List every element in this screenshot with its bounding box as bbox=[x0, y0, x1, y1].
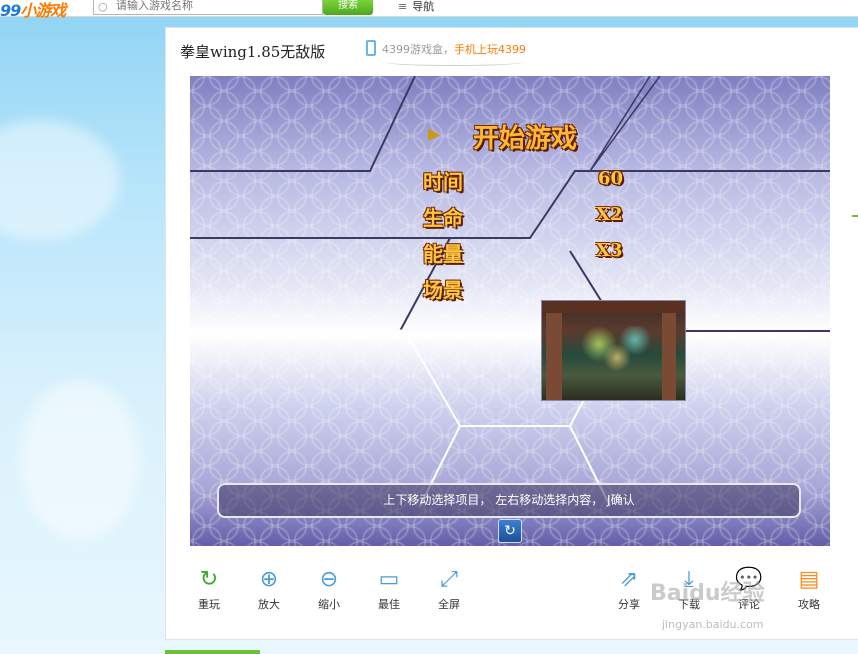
stage-preview bbox=[541, 300, 686, 401]
game-restart-icon[interactable]: ↻ bbox=[498, 519, 522, 543]
menu-start-game[interactable]: 开始游戏 bbox=[473, 118, 577, 155]
promo-mobile-link[interactable]: 手机上玩4399 bbox=[454, 43, 526, 56]
menu-icon: ≡ bbox=[398, 0, 408, 13]
share-icon: ⇗ bbox=[619, 567, 639, 592]
search-box: ○ bbox=[93, 0, 323, 15]
fullscreen-icon: ⤢ bbox=[440, 567, 458, 592]
nav-label: 导航 bbox=[412, 0, 435, 13]
menu-value-time: 60 bbox=[598, 168, 624, 189]
game-canvas[interactable]: ▶ 开始游戏 时间 60 生命 X2 能量 X3 场景 上下移动选择项目， 左右… bbox=[190, 76, 830, 546]
menu-value-life: X2 bbox=[596, 204, 623, 225]
title-row: 拳皇wing1.85无敌版 bbox=[180, 41, 325, 65]
window-icon: ▭ bbox=[378, 567, 400, 592]
bottom-accent-strip bbox=[165, 650, 260, 654]
accent-mark bbox=[852, 215, 858, 217]
best-size-button[interactable]: ▭ 最佳 bbox=[369, 566, 409, 612]
guide-button[interactable]: ▤ 攻略 bbox=[789, 566, 829, 612]
fullscreen-button[interactable]: ⤢ 全屏 bbox=[429, 566, 469, 612]
share-button[interactable]: ⇗ 分享 bbox=[609, 566, 649, 612]
menu-item-life[interactable]: 生命 bbox=[423, 202, 463, 231]
guide-icon: ▤ bbox=[798, 567, 820, 592]
promo-link[interactable]: 4399游戏盒，手机上玩4399 bbox=[366, 40, 526, 58]
zoom-out-button[interactable]: ⊖ 缩小 bbox=[309, 566, 349, 612]
promo-underline bbox=[384, 58, 524, 66]
replay-button[interactable]: ↻ 重玩 bbox=[189, 566, 229, 612]
menu-item-stage[interactable]: 场景 bbox=[423, 274, 463, 303]
menu-item-time[interactable]: 时间 bbox=[423, 166, 463, 195]
zoom-out-icon: ⊖ bbox=[319, 567, 339, 592]
site-logo[interactable]: 99小游戏 bbox=[0, 0, 66, 20]
menu-cursor-icon: ▶ bbox=[428, 124, 441, 143]
search-button[interactable]: 搜索 bbox=[323, 0, 373, 15]
zoom-in-icon: ⊕ bbox=[259, 567, 279, 592]
baidu-watermark: Baidu经验 bbox=[650, 581, 765, 606]
nav-menu[interactable]: ≡ 导航 bbox=[398, 0, 434, 14]
top-bar: 99小游戏 ○ 搜索 ≡ 导航 bbox=[0, 0, 858, 20]
menu-value-energy: X3 bbox=[596, 240, 623, 261]
menu-item-energy[interactable]: 能量 bbox=[423, 238, 463, 267]
controls-hint: 上下移动选择项目， 左右移动选择内容， J确认 bbox=[217, 483, 801, 518]
search-input[interactable] bbox=[116, 0, 316, 13]
search-icon: ○ bbox=[98, 0, 108, 13]
phone-icon bbox=[366, 40, 376, 56]
game-panel: 拳皇wing1.85无敌版 4399游戏盒，手机上玩4399 ▶ 开始游戏 时间… bbox=[165, 27, 858, 640]
refresh-icon: ↻ bbox=[199, 567, 219, 592]
baidu-watermark-url: jingyan.baidu.com bbox=[662, 618, 764, 631]
zoom-in-button[interactable]: ⊕ 放大 bbox=[249, 566, 289, 612]
game-title: 拳皇wing1.85无敌版 bbox=[180, 43, 326, 61]
